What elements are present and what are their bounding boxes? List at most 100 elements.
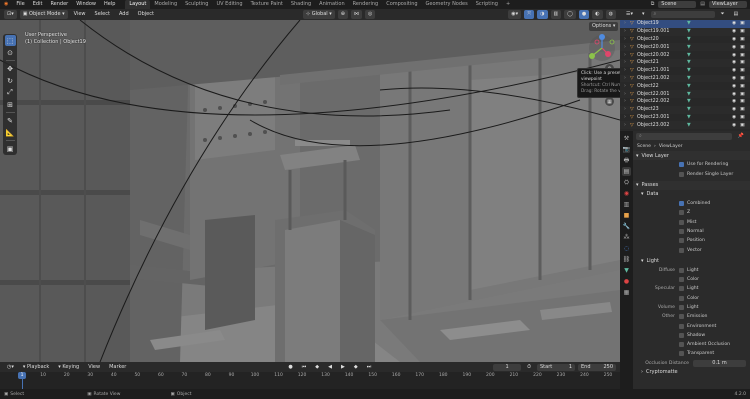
eye-visibility-icon[interactable]: ◉ <box>732 37 740 42</box>
shading-material-icon[interactable]: ◐ <box>592 10 603 19</box>
3d-viewport[interactable] <box>0 20 620 362</box>
viewport-menu-object[interactable]: Object <box>135 10 157 19</box>
outliner-row[interactable]: › ▽ Object22.002 ▼ ◉ ▣ <box>620 98 750 106</box>
eye-visibility-icon[interactable]: ◉ <box>732 29 740 34</box>
outliner-row[interactable]: › ▽ Object20.001 ▼ ◉ ▣ <box>620 43 750 52</box>
eye-visibility-icon[interactable]: ◉ <box>732 123 740 128</box>
view-layer-tab-icon[interactable]: ▤ <box>622 167 631 176</box>
light-pass-check[interactable] <box>679 277 684 283</box>
pass-checkbox[interactable]: Mist <box>633 217 750 226</box>
current-frame-field[interactable]: 1 <box>493 363 522 371</box>
outliner-row-label[interactable]: Object23 <box>637 107 687 112</box>
preview-range-icon[interactable]: ⏱ <box>524 363 534 372</box>
pin-icon[interactable]: 📌 <box>735 132 747 141</box>
outliner-row-label[interactable]: Object20 <box>637 37 687 42</box>
timeline-editor-icon[interactable]: ◷▾ <box>4 363 17 372</box>
camera-render-icon[interactable]: ▣ <box>740 45 748 50</box>
eye-visibility-icon[interactable]: ◉ <box>732 21 740 26</box>
shading-rendered-icon[interactable]: ◍ <box>605 10 616 19</box>
pass-check[interactable] <box>679 228 684 234</box>
output-tab-icon[interactable]: 🖶 <box>622 156 631 165</box>
viewport-menu-select[interactable]: Select <box>92 10 113 19</box>
workspace-tab-animation[interactable]: Animation <box>315 0 349 9</box>
outliner-row-label[interactable]: Object19 <box>637 21 687 26</box>
pass-check[interactable] <box>679 210 684 216</box>
outliner-row-label[interactable]: Object21 <box>637 60 687 65</box>
outliner-row-label[interactable]: Object20.001 <box>637 45 687 50</box>
outliner-row-label[interactable]: Object22.002 <box>637 99 687 104</box>
new-collection-icon[interactable]: ▤ <box>731 10 742 19</box>
navigation-gizmo[interactable] <box>588 34 616 62</box>
light-pass-checkbox[interactable]: Color <box>633 275 750 284</box>
timeline-ruler[interactable]: 1102030405060708090100110120130140150160… <box>0 372 620 380</box>
workspace-tab-layout[interactable]: Layout <box>125 0 151 9</box>
eye-visibility-icon[interactable]: ◉ <box>732 76 740 81</box>
end-frame-field[interactable]: End 250 <box>578 363 616 371</box>
workspace-tab-rendering[interactable]: Rendering <box>349 0 383 9</box>
timeline-view-menu[interactable]: View <box>85 363 103 372</box>
camera-render-icon[interactable]: ▣ <box>740 92 748 97</box>
scene-icon[interactable]: ⧉ <box>647 0 659 9</box>
playback-menu[interactable]: ▾ Playback <box>20 363 52 372</box>
scene-selector[interactable]: Scene <box>658 1 697 8</box>
camera-render-icon[interactable]: ▣ <box>740 115 748 120</box>
outliner-search-input[interactable]: ⌕ <box>650 11 715 18</box>
marker-menu[interactable]: Marker <box>106 363 129 372</box>
workspace-tab-shading[interactable]: Shading <box>287 0 315 9</box>
eye-visibility-icon[interactable]: ◉ <box>732 107 740 112</box>
add-cube-tool-icon[interactable]: ▣ <box>5 143 16 154</box>
transform-orientation-dropdown[interactable]: ⊹ Global ▾ <box>302 10 335 19</box>
workspace-tab-modeling[interactable]: Modeling <box>150 0 181 9</box>
add-workspace-button[interactable]: + <box>502 0 514 9</box>
keying-menu[interactable]: ▾ Keying <box>55 363 82 372</box>
outliner-display-mode-icon[interactable]: ▾ <box>639 10 648 19</box>
workspace-tab-compositing[interactable]: Compositing <box>382 0 421 9</box>
object-tab-icon[interactable]: ■ <box>622 211 631 220</box>
view-layer-panel-header[interactable]: ▾ View Layer <box>633 151 750 161</box>
outliner-row[interactable]: › ▽ Object19 ▼ ◉ ▣ <box>620 20 750 28</box>
outliner-row[interactable]: › ▽ Object20.002 ▼ ◉ ▣ <box>620 51 750 59</box>
light-pass-check[interactable] <box>679 295 684 301</box>
outliner-row-label[interactable]: Object23.002 <box>637 123 687 128</box>
menu-render[interactable]: Render <box>46 0 72 9</box>
world-tab-icon[interactable]: ◉ <box>622 189 631 198</box>
cursor-tool-icon[interactable]: ⊙ <box>5 47 16 58</box>
camera-render-icon[interactable]: ▣ <box>740 68 748 73</box>
overlay-toggle-icon[interactable]: ◑ <box>537 10 548 19</box>
viewport-menu-view[interactable]: View <box>71 10 89 19</box>
outliner-row[interactable]: › ▽ Object23.002 ▼ ◉ ▣ <box>620 121 750 130</box>
light-pass-checkbox[interactable]: Ambient Occlusion <box>633 340 750 349</box>
pass-check[interactable] <box>679 201 684 207</box>
filter-icon[interactable]: ⏷ <box>718 10 728 19</box>
light-pass-checkbox[interactable]: Specular Light <box>633 284 750 293</box>
outliner-editor-icon[interactable]: ☰▾ <box>623 10 636 19</box>
record-icon[interactable]: ● <box>285 363 295 372</box>
pivot-point-icon[interactable]: ⊕ <box>337 10 348 19</box>
eye-visibility-icon[interactable]: ◉ <box>732 115 740 120</box>
light-pass-check[interactable] <box>679 314 684 320</box>
camera-render-icon[interactable]: ▣ <box>740 53 748 58</box>
camera-render-icon[interactable]: ▣ <box>740 84 748 89</box>
outliner-row-label[interactable]: Object23.001 <box>637 115 687 120</box>
camera-render-icon[interactable]: ▣ <box>740 123 748 128</box>
particles-tab-icon[interactable]: ⁂ <box>622 233 631 242</box>
workspace-tab-scripting[interactable]: Scripting <box>472 0 502 9</box>
render-tab-icon[interactable]: 📷 <box>622 145 631 154</box>
camera-render-icon[interactable]: ▣ <box>740 21 748 26</box>
pass-checkbox[interactable]: Position <box>633 236 750 245</box>
editor-type-button[interactable]: ⊡▾ <box>4 10 17 19</box>
outliner-row[interactable]: › ▽ Object19.001 ▼ ◉ ▣ <box>620 27 750 36</box>
eye-visibility-icon[interactable]: ◉ <box>732 53 740 58</box>
tool-tab-icon[interactable]: ⚒ <box>622 134 631 143</box>
outliner-row-label[interactable]: Object21.002 <box>637 76 687 81</box>
pass-checkbox[interactable]: Normal <box>633 227 750 236</box>
annotate-tool-icon[interactable]: ✎ <box>5 115 16 126</box>
menu-window[interactable]: Window <box>72 0 100 9</box>
physics-tab-icon[interactable]: ◌ <box>622 244 631 253</box>
light-pass-check[interactable] <box>679 323 684 329</box>
eye-visibility-icon[interactable]: ◉ <box>732 92 740 97</box>
pass-check[interactable] <box>679 219 684 225</box>
outliner-row-label[interactable]: Object22 <box>637 84 687 89</box>
outliner-row-label[interactable]: Object22.001 <box>637 92 687 97</box>
prev-key-icon[interactable]: ◆ <box>312 363 322 372</box>
